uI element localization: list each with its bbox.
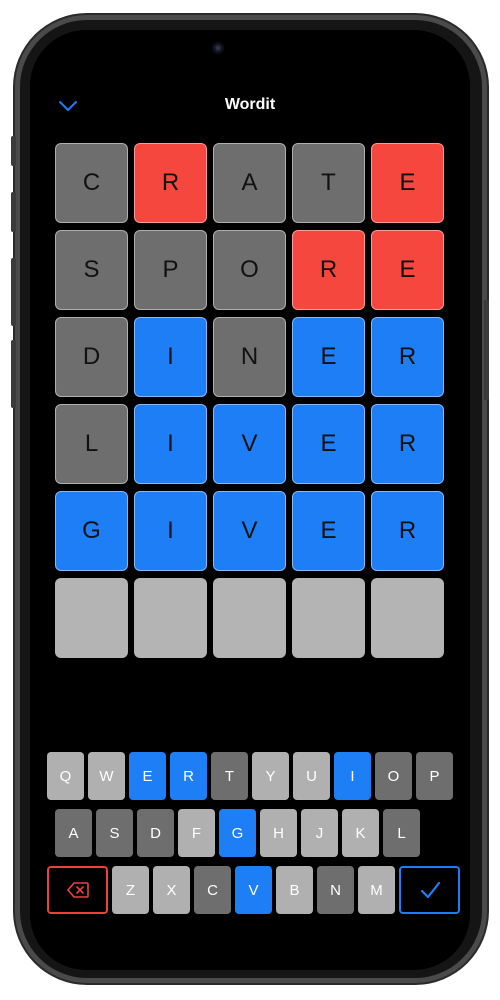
letter-tile: R: [134, 143, 207, 223]
backspace-icon: [66, 882, 89, 898]
phone-side-button: [484, 300, 489, 400]
key-l[interactable]: L: [383, 809, 420, 857]
letter-tile: E: [292, 317, 365, 397]
letter-tile: C: [55, 143, 128, 223]
key-c[interactable]: C: [194, 866, 231, 914]
letter-tile: I: [134, 404, 207, 484]
key-k[interactable]: K: [342, 809, 379, 857]
key-y[interactable]: Y: [252, 752, 289, 800]
delete-button[interactable]: [47, 866, 108, 914]
empty-tile: [55, 578, 128, 658]
key-b[interactable]: B: [276, 866, 313, 914]
key-s[interactable]: S: [96, 809, 133, 857]
letter-tile: L: [55, 404, 128, 484]
key-g[interactable]: G: [219, 809, 256, 857]
key-q[interactable]: Q: [47, 752, 84, 800]
letter-tile: P: [134, 230, 207, 310]
letter-tile: A: [213, 143, 286, 223]
letter-tile: I: [134, 491, 207, 571]
keyboard-row: ASDFGHJKL: [55, 809, 420, 857]
key-h[interactable]: H: [260, 809, 297, 857]
letter-tile: O: [213, 230, 286, 310]
empty-tile: [292, 578, 365, 658]
empty-tile: [134, 578, 207, 658]
key-t[interactable]: T: [211, 752, 248, 800]
app-screen: Wordit CRATESPOREDINERLIVERGIVER QWERTYU…: [30, 30, 470, 970]
letter-tile: N: [213, 317, 286, 397]
empty-tile: [213, 578, 286, 658]
letter-tile: R: [371, 317, 444, 397]
phone-side-button: [11, 192, 16, 232]
page-title: Wordit: [224, 96, 276, 113]
key-i[interactable]: I: [334, 752, 371, 800]
phone-side-button: [11, 258, 16, 326]
letter-tile: R: [371, 404, 444, 484]
key-u[interactable]: U: [293, 752, 330, 800]
letter-tile: E: [371, 230, 444, 310]
key-r[interactable]: R: [170, 752, 207, 800]
letter-tile: E: [292, 491, 365, 571]
key-a[interactable]: A: [55, 809, 92, 857]
letter-tile: R: [292, 230, 365, 310]
letter-tile: T: [292, 143, 365, 223]
letter-tile: D: [55, 317, 128, 397]
letter-tile: I: [134, 317, 207, 397]
keyboard-letters: ZXCVBNM: [112, 866, 395, 914]
key-v[interactable]: V: [235, 866, 272, 914]
key-j[interactable]: J: [301, 809, 338, 857]
key-e[interactable]: E: [129, 752, 166, 800]
key-x[interactable]: X: [153, 866, 190, 914]
letter-tile: G: [55, 491, 128, 571]
key-p[interactable]: P: [416, 752, 453, 800]
key-n[interactable]: N: [317, 866, 354, 914]
game-board: CRATESPOREDINERLIVERGIVER: [55, 143, 444, 658]
submit-button[interactable]: [399, 866, 460, 914]
letter-tile: R: [371, 491, 444, 571]
phone-side-button: [11, 340, 16, 408]
empty-tile: [371, 578, 444, 658]
key-m[interactable]: M: [358, 866, 395, 914]
letter-tile: V: [213, 491, 286, 571]
key-w[interactable]: W: [88, 752, 125, 800]
letter-tile: S: [55, 230, 128, 310]
phone-side-button: [11, 136, 16, 166]
letter-tile: E: [292, 404, 365, 484]
key-f[interactable]: F: [178, 809, 215, 857]
keyboard-row: QWERTYUIOP: [47, 752, 453, 800]
keyboard-row: ZXCVBNM: [47, 866, 460, 914]
key-o[interactable]: O: [375, 752, 412, 800]
checkmark-icon: [420, 881, 440, 899]
letter-tile: V: [213, 404, 286, 484]
letter-tile: E: [371, 143, 444, 223]
front-camera: [212, 42, 224, 54]
key-d[interactable]: D: [137, 809, 174, 857]
key-z[interactable]: Z: [112, 866, 149, 914]
